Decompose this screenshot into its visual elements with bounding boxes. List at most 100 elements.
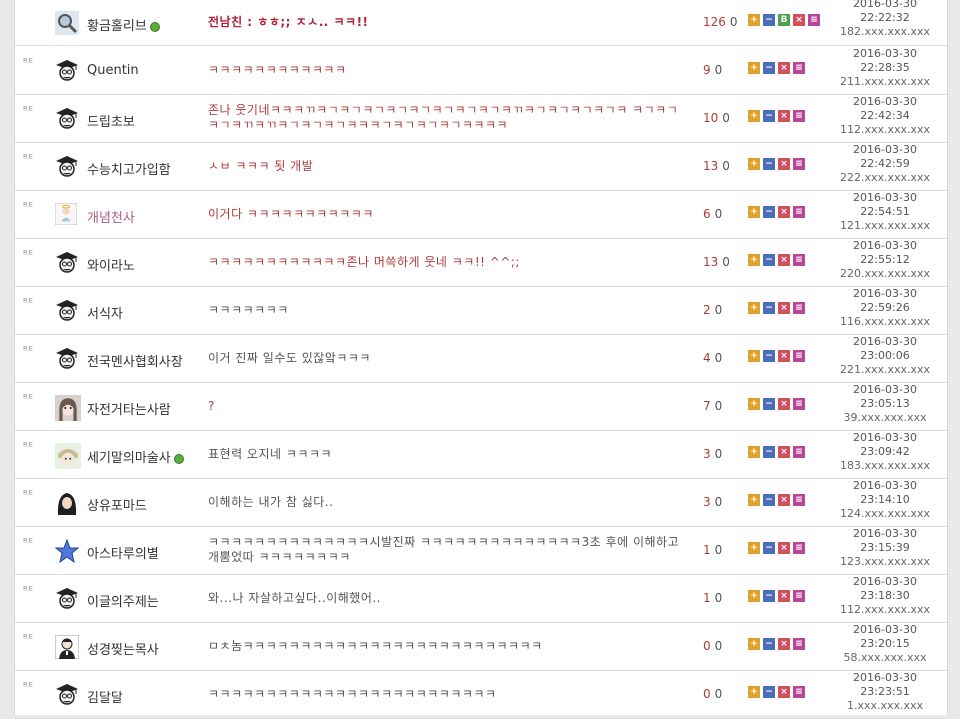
downvote-button[interactable]: −	[763, 350, 775, 362]
nickname-text[interactable]: 자전거타는사람	[87, 403, 171, 418]
report-button[interactable]: ≡	[808, 14, 820, 26]
delete-button[interactable]: ×	[778, 302, 790, 314]
downvote-button[interactable]: −	[763, 302, 775, 314]
delete-button[interactable]: ×	[778, 350, 790, 362]
nickname-text[interactable]: 이글의주제는	[87, 595, 159, 610]
nickname-text[interactable]: 개념천사	[87, 211, 135, 226]
delete-button[interactable]: ×	[778, 446, 790, 458]
upvote-button[interactable]: +	[748, 686, 760, 698]
nickname[interactable]: Quentin	[87, 63, 139, 78]
nickname-text[interactable]: 드립초보	[87, 115, 135, 130]
upvote-button[interactable]: +	[748, 398, 760, 410]
upvote-button[interactable]: +	[748, 62, 760, 74]
nickname[interactable]: 상유포마드	[87, 495, 147, 514]
delete-button[interactable]: ×	[778, 494, 790, 506]
downvote-button[interactable]: −	[763, 446, 775, 458]
nickname-text[interactable]: 수능치고가입함	[87, 163, 171, 178]
scholar-avatar-icon[interactable]	[55, 683, 79, 707]
upvote-button[interactable]: +	[748, 446, 760, 458]
report-button[interactable]: ≡	[793, 638, 805, 650]
downvote-button[interactable]: −	[763, 590, 775, 602]
report-button[interactable]: ≡	[793, 350, 805, 362]
downvote-button[interactable]: −	[763, 206, 775, 218]
downvote-button[interactable]: −	[763, 542, 775, 554]
nickname[interactable]: 개념천사	[87, 207, 135, 226]
scholar-avatar-icon[interactable]	[55, 587, 79, 611]
nickname[interactable]: 세기말의마술사	[87, 447, 184, 466]
girl-avatar-icon[interactable]	[55, 395, 81, 421]
magnifier-avatar-icon[interactable]	[55, 11, 79, 35]
angel-avatar-icon[interactable]	[54, 202, 79, 227]
delete-button[interactable]: ×	[778, 206, 790, 218]
downvote-button[interactable]: −	[763, 110, 775, 122]
nickname[interactable]: 이글의주제는	[87, 591, 159, 610]
report-button[interactable]: ≡	[793, 590, 805, 602]
nickname-text[interactable]: 김달달	[87, 691, 123, 706]
hooded-avatar-icon[interactable]	[55, 491, 79, 515]
scholar-avatar-icon[interactable]	[55, 299, 79, 323]
upvote-button[interactable]: +	[748, 14, 760, 26]
upvote-button[interactable]: +	[748, 590, 760, 602]
report-button[interactable]: ≡	[793, 302, 805, 314]
nickname[interactable]: 황금홀리브	[87, 15, 160, 34]
upvote-button[interactable]: +	[748, 206, 760, 218]
report-button[interactable]: ≡	[793, 206, 805, 218]
nickname[interactable]: 김달달	[87, 687, 123, 706]
downvote-button[interactable]: −	[763, 62, 775, 74]
scholar-avatar-icon[interactable]	[55, 347, 79, 371]
nickname-text[interactable]: 상유포마드	[87, 499, 147, 514]
upvote-button[interactable]: +	[748, 350, 760, 362]
nickname-text[interactable]: 황금홀리브	[87, 19, 147, 34]
report-button[interactable]: ≡	[793, 542, 805, 554]
priest-avatar-icon[interactable]	[54, 634, 80, 660]
nickname[interactable]: 수능치고가입함	[87, 159, 171, 178]
report-button[interactable]: ≡	[793, 62, 805, 74]
recommend-button[interactable]: B	[778, 14, 790, 26]
nickname-text[interactable]: 세기말의마술사	[87, 451, 171, 466]
downvote-button[interactable]: −	[763, 494, 775, 506]
upvote-button[interactable]: +	[748, 638, 760, 650]
star-avatar-icon[interactable]	[54, 538, 80, 564]
delete-button[interactable]: ×	[778, 110, 790, 122]
delete-button[interactable]: ×	[778, 158, 790, 170]
report-button[interactable]: ≡	[793, 254, 805, 266]
nickname-text[interactable]: 서식자	[87, 307, 123, 322]
scholar-avatar-icon[interactable]	[55, 107, 79, 131]
delete-button[interactable]: ×	[778, 254, 790, 266]
cartoon-avatar-icon[interactable]	[55, 443, 81, 469]
nickname-text[interactable]: 와이라노	[87, 259, 135, 274]
upvote-button[interactable]: +	[748, 542, 760, 554]
delete-button[interactable]: ×	[793, 14, 805, 26]
nickname-text[interactable]: Quentin	[87, 63, 139, 78]
delete-button[interactable]: ×	[778, 686, 790, 698]
delete-button[interactable]: ×	[778, 398, 790, 410]
report-button[interactable]: ≡	[793, 686, 805, 698]
report-button[interactable]: ≡	[793, 158, 805, 170]
upvote-button[interactable]: +	[748, 110, 760, 122]
nickname[interactable]: 아스타루의별	[87, 543, 159, 562]
delete-button[interactable]: ×	[778, 542, 790, 554]
delete-button[interactable]: ×	[778, 638, 790, 650]
nickname[interactable]: 와이라노	[87, 255, 135, 274]
report-button[interactable]: ≡	[793, 446, 805, 458]
delete-button[interactable]: ×	[778, 590, 790, 602]
report-button[interactable]: ≡	[793, 110, 805, 122]
upvote-button[interactable]: +	[748, 494, 760, 506]
nickname[interactable]: 드립초보	[87, 111, 135, 130]
downvote-button[interactable]: −	[763, 158, 775, 170]
nickname[interactable]: 전국멘사협회사장	[87, 351, 183, 370]
nickname-text[interactable]: 전국멘사협회사장	[87, 355, 183, 370]
downvote-button[interactable]: −	[763, 398, 775, 410]
report-button[interactable]: ≡	[793, 398, 805, 410]
downvote-button[interactable]: −	[763, 686, 775, 698]
nickname-text[interactable]: 성경찢는목사	[87, 643, 159, 658]
downvote-button[interactable]: −	[763, 14, 775, 26]
downvote-button[interactable]: −	[763, 638, 775, 650]
nickname[interactable]: 자전거타는사람	[87, 399, 171, 418]
nickname[interactable]: 서식자	[87, 303, 123, 322]
upvote-button[interactable]: +	[748, 254, 760, 266]
nickname-text[interactable]: 아스타루의별	[87, 547, 159, 562]
scholar-avatar-icon[interactable]	[55, 155, 79, 179]
upvote-button[interactable]: +	[748, 302, 760, 314]
scholar-avatar-icon[interactable]	[55, 251, 79, 275]
